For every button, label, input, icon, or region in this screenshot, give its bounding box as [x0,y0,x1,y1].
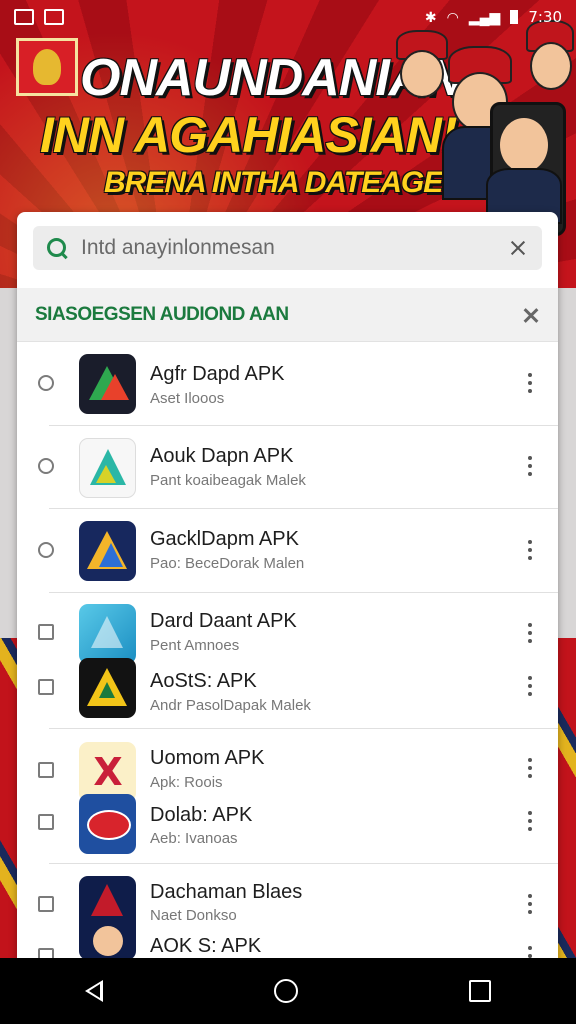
radio-button[interactable] [38,375,54,391]
checkbox[interactable] [38,814,54,830]
recent-apps-icon[interactable] [468,980,491,1002]
app-subtitle: Aeb: Ivanoas [150,830,238,847]
app-name: Dachaman Blaes [150,881,303,903]
app-subtitle: Andr PasolDapak Malek [150,697,311,714]
divider [49,863,558,864]
more-options-icon[interactable] [527,456,533,476]
search-bar[interactable]: Intd anayinlonmesan [33,226,542,270]
drive-app-icon [79,354,136,414]
banner-characters [386,20,576,236]
app-name: GacklDapm APK [150,528,299,550]
search-input[interactable]: Intd anayinlonmesan [81,236,506,260]
radio-button[interactable] [38,458,54,474]
checkbox[interactable] [38,896,54,912]
divider [49,728,558,729]
app-name: Dard Daant APK [150,610,297,632]
emblem-logo [16,38,78,96]
clear-search-icon[interactable] [506,236,530,260]
divider [49,425,558,426]
checkbox[interactable] [38,624,54,640]
divider [49,508,558,509]
app-icon [79,604,136,664]
clock: 7:30 [528,8,562,26]
search-icon [45,236,69,260]
more-options-icon[interactable] [527,373,533,393]
section-header: SIASOEGSEN AUDIOND AAN [17,288,558,342]
app-icon [79,794,136,854]
app-name: Agfr Dapd APK [150,363,285,385]
status-bar: ✱ ◠ ▂▄▆ 7:30 [0,0,576,34]
app-subtitle: Pant koaibeagak Malek [150,472,306,489]
app-name: Aouk Dapn APK [150,445,294,467]
back-icon[interactable] [85,980,104,1002]
more-options-icon[interactable] [527,623,533,643]
more-options-icon[interactable] [527,758,533,778]
more-options-icon[interactable] [527,894,533,914]
app-icon [79,876,136,960]
checkbox[interactable] [38,679,54,695]
drive-app-icon [79,438,136,498]
navigation-bar [0,958,576,1024]
battery-icon [510,10,519,24]
more-options-icon[interactable] [527,540,533,560]
image-notification-icon [14,9,34,25]
home-icon[interactable] [273,979,298,1003]
bluetooth-icon: ✱ [424,8,437,25]
app-subtitle: Apk: Roois [150,774,223,791]
app-subtitle: Naet Donkso [150,907,237,924]
section-title: SIASOEGSEN AUDIOND AAN [35,303,289,325]
app-icon: X [79,742,136,802]
signal-icon: ▂▄▆ [468,8,501,25]
close-section-icon[interactable] [520,304,542,326]
divider [49,592,558,593]
app-subtitle: Aset Ilooos [150,390,225,407]
drive-app-icon [79,521,136,581]
app-name: Dolab: APK [150,804,253,826]
gallery-notification-icon [44,9,64,25]
app-name: AoStS: APK [150,670,257,692]
app-subtitle: Pent Amnoes [150,637,240,654]
search-results-sheet: Intd anayinlonmesan SIASOEGSEN AUDIOND A… [17,212,558,972]
app-name: Uomom APK [150,747,265,769]
more-options-icon[interactable] [527,811,533,831]
app-icon [79,658,136,718]
app-subtitle: Pao: BeceDorak Malen [150,555,305,572]
more-options-icon[interactable] [527,676,533,696]
wifi-icon: ◠ [446,8,459,25]
app-name: AOK S: APK [150,935,262,957]
radio-button[interactable] [38,542,54,558]
checkbox[interactable] [38,762,54,778]
